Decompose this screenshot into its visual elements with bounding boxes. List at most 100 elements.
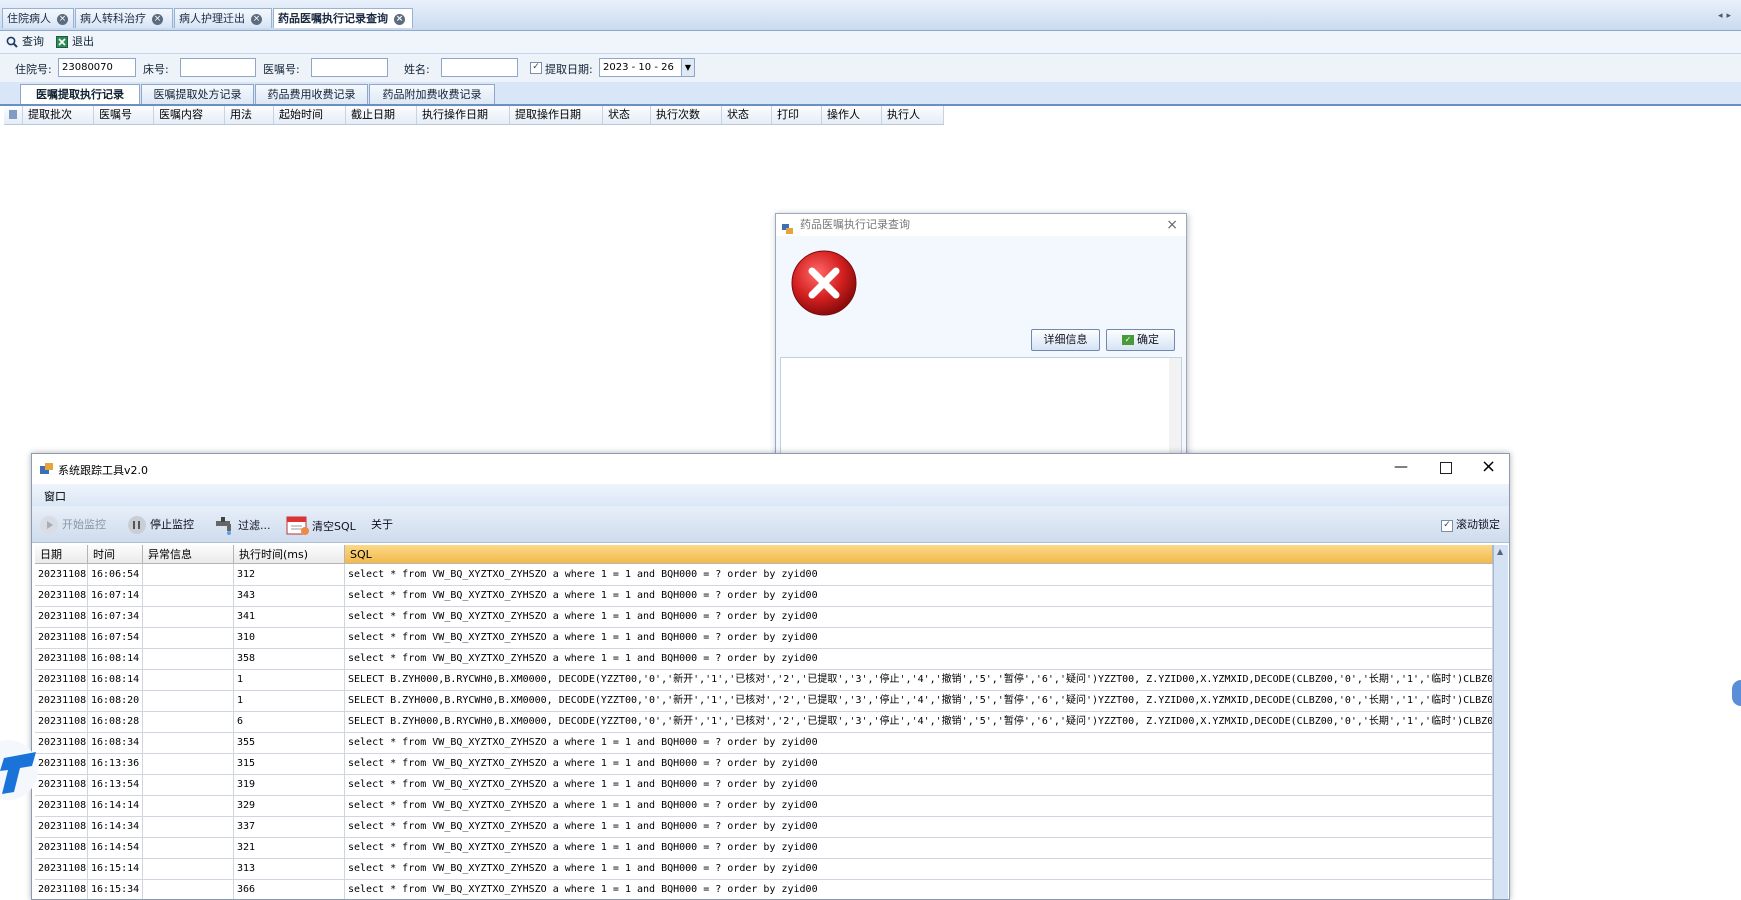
ok-button[interactable]: ✓ 确定 <box>1106 329 1175 351</box>
patient-name-input[interactable] <box>441 58 518 77</box>
table-row[interactable]: 20231108 16:13:54 319 select * from VW_BQ_X… <box>35 774 1493 796</box>
extract-date-picker[interactable]: 2023 - 10 - 26 ▼ <box>599 58 695 77</box>
table-cell: 366 <box>234 879 345 899</box>
column-header[interactable]: 提取操作日期 <box>510 106 603 124</box>
table-row[interactable]: 20231108 16:08:14 358 select * from VW_BQ_X… <box>35 648 1493 670</box>
table-cell <box>143 564 234 585</box>
tab-inpatients[interactable]: 住院病人 × <box>2 8 74 28</box>
tab-nursing-checkout[interactable]: 病人护理迁出 × <box>174 8 272 28</box>
table-cell: 16:14:34 <box>88 816 143 837</box>
window-title-bar: 系统跟踪工具v2.0 — × <box>32 454 1509 484</box>
side-handle[interactable] <box>1732 680 1741 706</box>
table-row[interactable]: 20231108 16:08:28 6 SELECT B.ZYH000,B.RYCWH… <box>35 711 1493 733</box>
table-row[interactable]: 20231108 16:07:54 310 select * from VW_BQ_X… <box>35 627 1493 649</box>
log-table-body: 20231108 16:06:54 312 select * from VW_BQ_X… <box>35 564 1493 899</box>
column-header[interactable]: 状态 <box>603 106 651 124</box>
table-row[interactable]: 20231108 16:06:54 312 select * from VW_BQ_X… <box>35 564 1493 586</box>
close-icon[interactable]: × <box>152 13 163 25</box>
table-row[interactable]: 20231108 16:13:36 315 select * from VW_BQ_X… <box>35 753 1493 775</box>
column-header[interactable]: 状态 <box>722 106 772 124</box>
tab-order-prescription-records[interactable]: 医嘱提取处方记录 <box>141 84 254 104</box>
close-icon[interactable]: × <box>394 13 405 25</box>
close-icon[interactable]: × <box>1481 456 1496 477</box>
table-cell <box>143 669 234 690</box>
start-monitor-button[interactable]: 开始监控 <box>40 516 106 534</box>
floating-app-icon[interactable] <box>0 740 44 800</box>
chevron-down-icon[interactable]: ▼ <box>681 59 694 76</box>
error-details-textarea[interactable] <box>780 357 1182 459</box>
exit-button[interactable]: 退出 <box>56 34 94 50</box>
tab-drug-surcharge-records[interactable]: 药品附加费收费记录 <box>369 84 495 104</box>
menu-window[interactable]: 窗口 <box>44 488 66 504</box>
column-header[interactable]: 医嘱号 <box>94 106 154 124</box>
column-header[interactable]: SQL <box>345 545 1493 564</box>
scrollbar[interactable] <box>1169 358 1181 458</box>
bed-number-input[interactable] <box>180 58 256 77</box>
main-toolbar: 查询 退出 <box>0 31 1741 54</box>
app-icon <box>40 463 53 475</box>
name-label: 姓名: <box>404 63 430 76</box>
table-row[interactable]: 20231108 16:07:34 341 select * from VW_BQ_X… <box>35 606 1493 628</box>
table-row[interactable]: 20231108 16:08:14 1 SELECT B.ZYH000,B.RYCWH… <box>35 669 1493 691</box>
table-cell: 16:06:54 <box>88 564 143 585</box>
column-header[interactable]: 异常信息 <box>143 545 234 564</box>
scroll-lock-checkbox[interactable]: ✓ <box>1441 520 1453 532</box>
column-header[interactable]: 起始时间 <box>274 106 346 124</box>
stop-monitor-button[interactable]: 停止监控 <box>128 516 194 534</box>
table-cell: 321 <box>234 837 345 858</box>
details-button[interactable]: 详细信息 <box>1031 329 1100 351</box>
table-cell <box>143 795 234 816</box>
order-number-input[interactable] <box>311 58 388 77</box>
column-header[interactable]: 打印 <box>772 106 822 124</box>
filter-button[interactable]: 过滤... <box>214 516 271 536</box>
tab-patient-transfer[interactable]: 病人转科治疗 × <box>75 8 173 28</box>
query-button[interactable]: 查询 <box>6 34 44 50</box>
chevron-up-icon[interactable]: ▲ <box>1497 547 1503 556</box>
tab-drug-fee-records[interactable]: 药品费用收费记录 <box>255 84 368 104</box>
tab-scroll-arrows-icon[interactable]: ◂▸ <box>1718 11 1735 21</box>
tab-drug-order-query[interactable]: 药品医嘱执行记录查询 × <box>273 8 413 28</box>
table-row[interactable]: 20231108 16:15:34 366 select * from VW_BQ_X… <box>35 879 1493 899</box>
close-icon[interactable]: × <box>57 13 68 25</box>
column-header[interactable]: 日期 <box>35 545 88 564</box>
select-all-cell[interactable] <box>4 106 23 124</box>
table-cell: 312 <box>234 564 345 585</box>
table-cell: 20231108 <box>35 564 88 585</box>
column-header[interactable]: 执行人 <box>882 106 944 124</box>
table-cell <box>143 837 234 858</box>
scrollbar[interactable]: ▲ <box>1493 545 1508 899</box>
play-icon <box>40 516 58 534</box>
table-cell: select * from VW_BQ_XYZTXO_ZYHSZO a wher… <box>345 795 1493 816</box>
minimize-icon[interactable]: — <box>1394 459 1408 475</box>
table-row[interactable]: 20231108 16:08:20 1 SELECT B.ZYH000,B.RYCWH… <box>35 690 1493 712</box>
clear-sql-button[interactable]: 清空SQL <box>286 516 356 535</box>
column-header[interactable]: 用法 <box>225 106 274 124</box>
table-row[interactable]: 20231108 16:14:14 329 select * from VW_BQ_X… <box>35 795 1493 817</box>
column-header[interactable]: 执行时间(ms) <box>234 545 345 564</box>
faucet-icon <box>214 516 236 536</box>
admission-number-input[interactable]: 23080070 <box>58 58 136 77</box>
column-header[interactable]: 时间 <box>88 545 143 564</box>
table-row[interactable]: 20231108 16:07:14 343 select * from VW_BQ_X… <box>35 585 1493 607</box>
column-header[interactable]: 提取批次 <box>23 106 94 124</box>
close-icon[interactable]: × <box>1166 214 1178 236</box>
column-header[interactable]: 执行操作日期 <box>417 106 510 124</box>
maximize-icon[interactable] <box>1440 462 1452 474</box>
column-header[interactable]: 执行次数 <box>651 106 722 124</box>
table-row[interactable]: 20231108 16:15:14 313 select * from VW_BQ_X… <box>35 858 1493 880</box>
table-row[interactable]: 20231108 16:14:34 337 select * from VW_BQ_X… <box>35 816 1493 838</box>
column-header[interactable]: 截止日期 <box>346 106 417 124</box>
close-icon[interactable]: × <box>251 13 262 25</box>
table-row[interactable]: 20231108 16:14:54 321 select * from VW_BQ_X… <box>35 837 1493 859</box>
about-button[interactable]: 关于 <box>371 516 393 534</box>
table-cell: 337 <box>234 816 345 837</box>
date-value: 2023 - 10 - 26 <box>603 62 674 73</box>
start-label: 开始监控 <box>62 518 106 531</box>
table-row[interactable]: 20231108 16:08:34 355 select * from VW_BQ_X… <box>35 732 1493 754</box>
tab-order-execution-records[interactable]: 医嘱提取执行记录 <box>20 84 140 104</box>
table-cell: 20231108 <box>35 816 88 837</box>
column-header[interactable]: 操作人 <box>822 106 882 124</box>
extract-date-checkbox[interactable]: ✓ <box>530 62 542 74</box>
column-header[interactable]: 医嘱内容 <box>154 106 225 124</box>
table-cell: select * from VW_BQ_XYZTXO_ZYHSZO a wher… <box>345 627 1493 648</box>
